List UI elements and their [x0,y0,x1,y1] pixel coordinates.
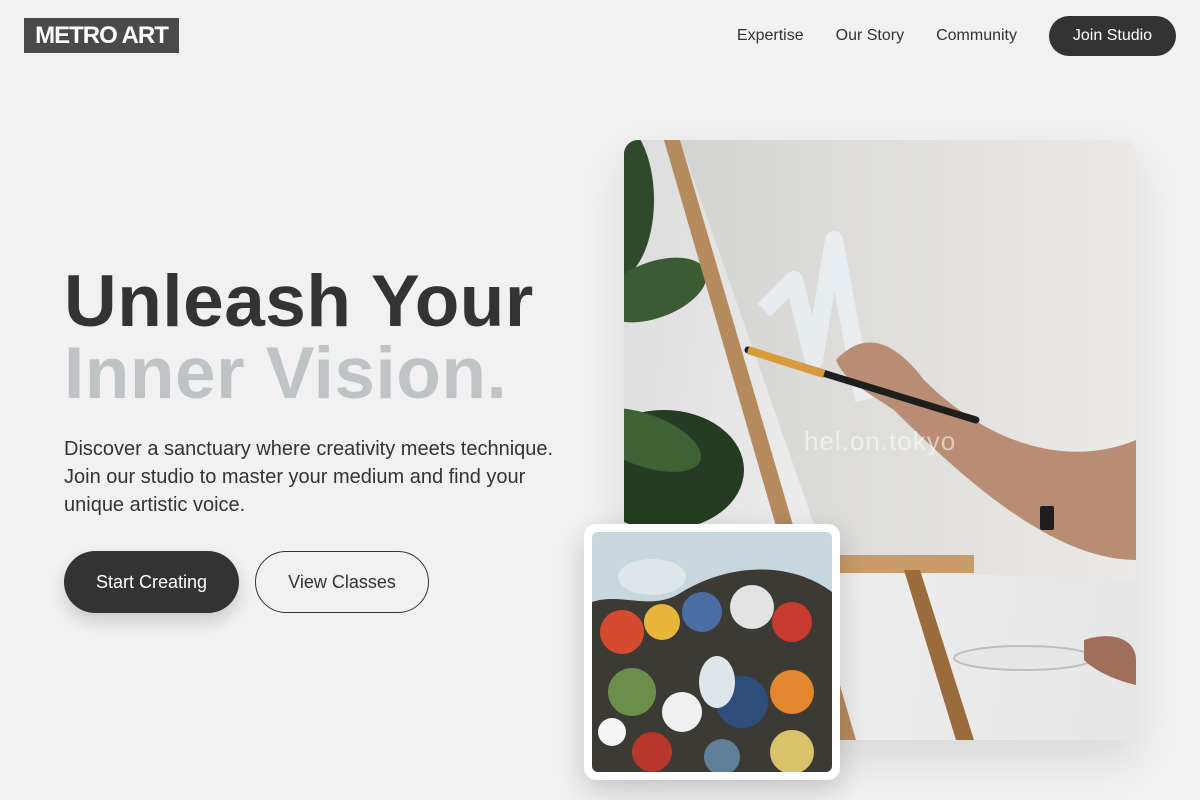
nav-link-our-story[interactable]: Our Story [836,27,904,45]
brand-logo[interactable]: METRO ART [24,18,179,53]
nav-link-community[interactable]: Community [936,27,1017,45]
hand-palette [953,645,1095,671]
palette-illustration [592,532,832,772]
palette-photo [592,532,832,772]
hero-headline: Unleash Your Inner Vision. [64,261,534,414]
join-studio-button[interactable]: Join Studio [1049,16,1176,56]
view-classes-button[interactable]: View Classes [255,551,429,613]
tattoo [1040,506,1054,530]
photo-watermark: hel.on.tokyo [804,426,957,456]
thumb-hole [699,656,735,708]
palette-photo-card [584,524,840,780]
hand [1084,636,1136,685]
headline-line-2: Inner Vision. [64,333,508,414]
start-creating-button[interactable]: Start Creating [64,551,239,613]
easel-shelf [824,555,974,573]
palette-cutout [618,559,686,595]
main-nav: Expertise Our Story Community Join Studi… [737,16,1176,56]
hero-description: Discover a sanctuary where creativity me… [64,438,554,516]
nav-link-expertise[interactable]: Expertise [737,27,804,45]
headline-line-1: Unleash Your [64,261,534,342]
leaf-shape [624,140,654,278]
